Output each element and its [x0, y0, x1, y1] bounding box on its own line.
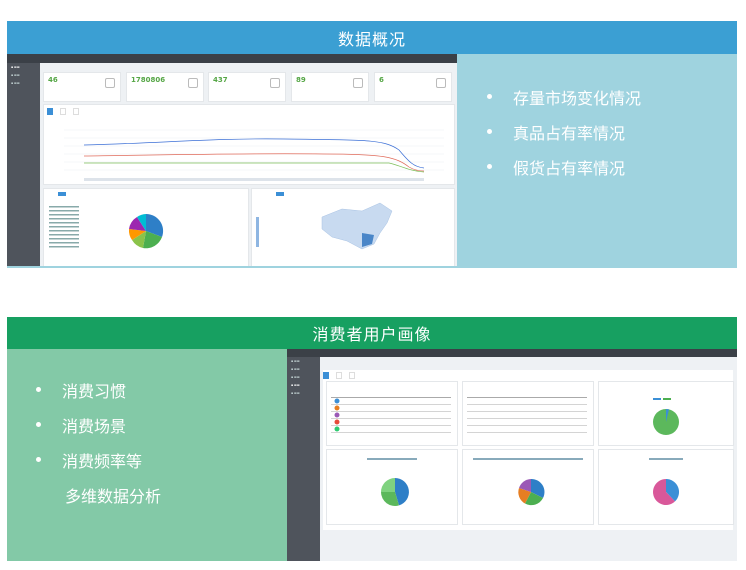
sidebar-item: ▪ ▬▬: [291, 383, 300, 387]
table-card: [326, 381, 458, 446]
stat-icon: [436, 78, 446, 88]
stat-value: 89: [296, 76, 306, 84]
section-title-consumer-profile: 消费者用户画像: [7, 317, 737, 349]
table-thumbnail: [331, 397, 451, 433]
pie-card: [326, 449, 458, 525]
stat-icon: [105, 78, 115, 88]
map-chart-thumbnail: [256, 192, 393, 250]
section1-bullet-list: 存量市场变化情况 真品占有率情况 假货占有率情况: [485, 85, 641, 190]
sidebar-item: ▪ ▬▬: [291, 391, 300, 395]
sidebar-item: ▪ ▬▬: [291, 367, 300, 371]
bullet-continuation: 多维数据分析: [65, 487, 162, 506]
stat-value: 46: [48, 76, 58, 84]
pie-thumbnail: [653, 398, 679, 435]
stat-icon: [270, 78, 280, 88]
section-title-data-overview: 数据概况: [7, 21, 737, 54]
bullet-item: 消费习惯: [34, 378, 161, 413]
pie-chart-thumbnail: [49, 192, 164, 249]
line-chart-card: [43, 104, 455, 185]
sidebar-item: ▪ ▬▬: [11, 73, 20, 77]
map-chart-card: [251, 188, 455, 266]
line-chart-thumbnail: [64, 129, 444, 181]
stat-card: 437: [208, 72, 286, 102]
table-thumbnail: [467, 397, 587, 433]
tab[interactable]: [349, 372, 355, 379]
pie-thumbnail: [473, 458, 583, 506]
stat-card: 89: [291, 72, 369, 102]
stat-value: 6: [379, 76, 384, 84]
section2-bullet-list: 消费习惯 消费场景 消费频率等 多维数据分析: [34, 378, 161, 518]
sidebar-item: ▪ ▬▬: [11, 65, 20, 69]
sidebar-item: ▪ ▬▬: [291, 375, 300, 379]
stat-value: 1780806: [131, 76, 166, 84]
bullet-item: 消费频率等: [34, 448, 161, 483]
app-topbar: [7, 54, 457, 63]
pie-thumbnail: [649, 458, 683, 505]
app-topbar: [287, 349, 737, 357]
app-sidebar: ▪ ▬▬ ▪ ▬▬ ▪ ▬▬ ▪ ▬▬ ▪ ▬▬: [287, 357, 320, 561]
sidebar-item: ▪ ▬▬: [11, 81, 20, 85]
stat-icon: [188, 78, 198, 88]
bullet-item: 存量市场变化情况: [485, 85, 641, 120]
pie-chart-card: [43, 188, 249, 266]
dashboard-content: 46 1780806 437 89 6: [40, 63, 457, 266]
sidebar-item: ▪ ▬▬: [291, 359, 300, 363]
dashboard-screenshot-overview: ▪ ▬▬ ▪ ▬▬ ▪ ▬▬ 46 1780806 437 89 6: [7, 54, 457, 266]
pie-thumbnail: [367, 458, 417, 506]
stat-card: 46: [43, 72, 121, 102]
dashboard-content: [320, 357, 737, 561]
dashboard-screenshot-consumer: ▪ ▬▬ ▪ ▬▬ ▪ ▬▬ ▪ ▬▬ ▪ ▬▬: [287, 349, 737, 561]
stat-icon: [353, 78, 363, 88]
stat-value: 437: [213, 76, 228, 84]
bullet-item: 假货占有率情况: [485, 155, 641, 190]
tab[interactable]: [323, 372, 329, 379]
pie-card: [598, 449, 734, 525]
stat-card: 6: [374, 72, 452, 102]
tab[interactable]: [336, 372, 342, 379]
table-card: [462, 381, 594, 446]
bullet-item: 消费场景: [34, 413, 161, 448]
bullet-item: 真品占有率情况: [485, 120, 641, 155]
stat-card: 1780806: [126, 72, 204, 102]
pie-card: [462, 449, 594, 525]
pie-card: [598, 381, 734, 446]
app-sidebar: ▪ ▬▬ ▪ ▬▬ ▪ ▬▬: [7, 63, 40, 266]
